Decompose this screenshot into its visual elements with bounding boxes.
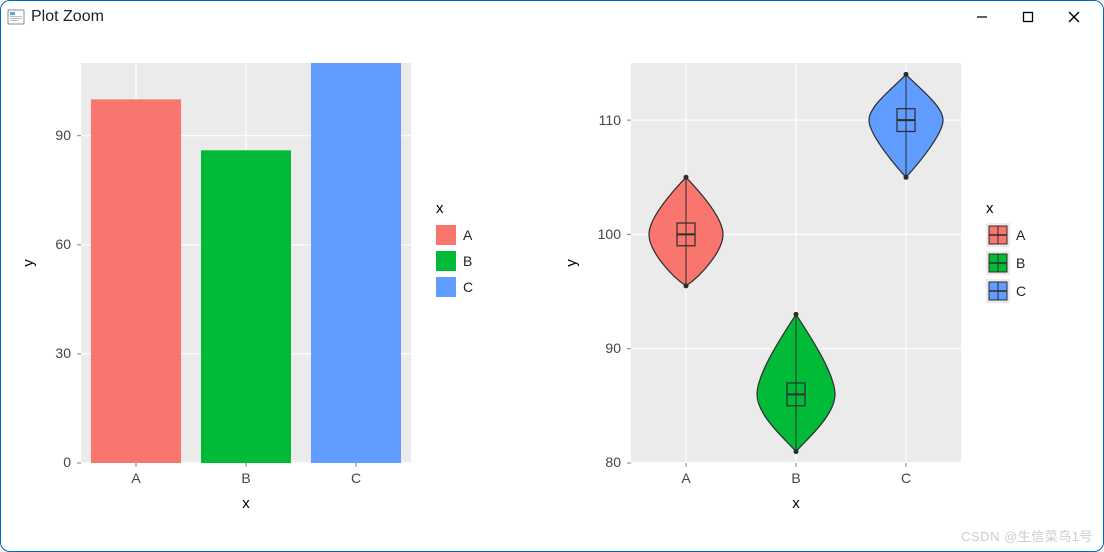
y-axis-title: y	[20, 259, 37, 267]
x-tick-label: B	[241, 470, 250, 486]
legend-title: x	[986, 200, 994, 217]
legend-entry: C	[1016, 283, 1026, 299]
plot-area: 0 30 60 90 A B C x y x A B	[1, 33, 1103, 551]
legend-entry: B	[463, 253, 472, 269]
window-frame: Plot Zoom	[0, 0, 1104, 552]
titlebar[interactable]: Plot Zoom	[1, 1, 1103, 33]
y-tick-label: 0	[63, 454, 71, 470]
app-icon	[7, 8, 25, 26]
bar-A	[91, 99, 181, 463]
x-axis-title: x	[792, 495, 800, 512]
y-tick-label: 60	[55, 236, 71, 252]
legend-entry: C	[463, 279, 473, 295]
legend-title: x	[436, 200, 444, 217]
y-tick-label: 90	[55, 127, 71, 143]
bar-chart: 0 30 60 90 A B C x y x A B	[20, 63, 473, 512]
window-title: Plot Zoom	[31, 8, 104, 26]
close-button[interactable]	[1051, 1, 1097, 33]
violin-chart: 80 90 100 110 A B C x y x	[563, 63, 1026, 512]
y-tick-label: 90	[605, 340, 621, 356]
x-tick-label: A	[131, 470, 141, 486]
x-tick-label: C	[351, 470, 361, 486]
y-tick-label: 100	[598, 226, 622, 242]
y-tick-label: 110	[599, 112, 622, 128]
watermark: CSDN @生信菜鸟1号	[961, 526, 1093, 545]
maximize-button[interactable]	[1005, 1, 1051, 33]
y-axis-title: y	[563, 259, 580, 267]
legend-entry: A	[463, 227, 473, 243]
bar-legend: x A B C	[436, 200, 473, 297]
x-axis-title: x	[242, 495, 250, 512]
y-tick-label: 30	[55, 345, 71, 361]
bar-B	[201, 150, 291, 463]
x-tick-label: B	[791, 470, 800, 486]
x-tick-label: C	[901, 470, 911, 486]
legend-entry: B	[1016, 255, 1025, 271]
x-tick-label: A	[681, 470, 691, 486]
bar-C	[311, 63, 401, 463]
y-tick-label: 80	[605, 454, 621, 470]
legend-entry: A	[1016, 227, 1026, 243]
violin-legend: x A B	[986, 200, 1026, 303]
minimize-button[interactable]	[959, 1, 1005, 33]
